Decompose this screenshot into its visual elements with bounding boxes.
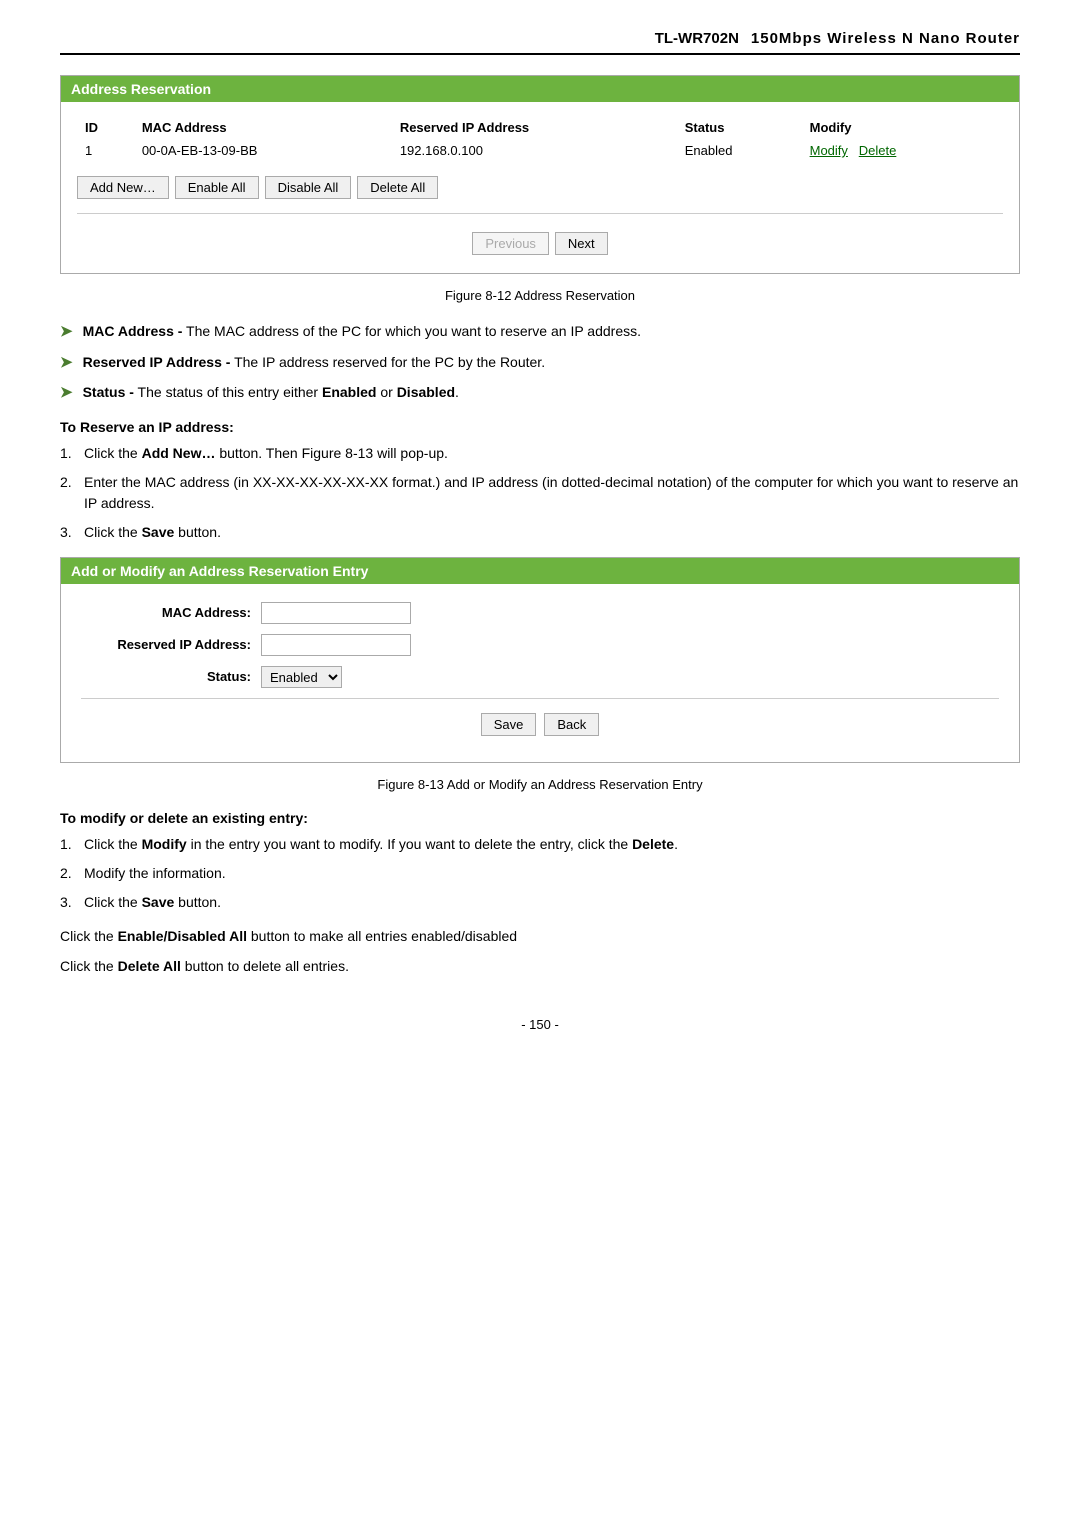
list-item-mac: ➤ MAC Address - The MAC address of the P…: [60, 321, 1020, 344]
mac-address-label: MAC Address:: [81, 605, 251, 620]
back-button[interactable]: Back: [544, 713, 599, 736]
feature-list: ➤ MAC Address - The MAC address of the P…: [60, 321, 1020, 405]
cell-status: Enabled: [677, 139, 802, 162]
bullet-arrow-1: ➤: [60, 321, 73, 344]
col-mac: MAC Address: [134, 116, 392, 139]
panel-title-add-modify: Add or Modify an Address Reservation Ent…: [61, 558, 1019, 584]
save-button[interactable]: Save: [481, 713, 537, 736]
mac-address-input[interactable]: [261, 602, 411, 624]
reserve-step-1: 1. Click the Add New… button. Then Figur…: [60, 443, 1020, 464]
reserve-heading: To Reserve an IP address:: [60, 419, 1020, 435]
reserve-step-3: 3. Click the Save button.: [60, 522, 1020, 543]
mac-address-row: MAC Address:: [81, 602, 999, 624]
next-button[interactable]: Next: [555, 232, 608, 255]
modify-step-2: 2. Modify the information.: [60, 863, 1020, 884]
page-header: TL-WR702N 150Mbps Wireless N Nano Router: [60, 30, 1020, 55]
model-name: TL-WR702N: [655, 30, 739, 47]
delete-all-button[interactable]: Delete All: [357, 176, 438, 199]
delete-link[interactable]: Delete: [859, 143, 897, 158]
add-modify-panel: Add or Modify an Address Reservation Ent…: [60, 557, 1020, 763]
list-item-status: ➤ Status - The status of this entry eith…: [60, 382, 1020, 405]
col-modify: Modify: [802, 116, 1003, 139]
col-id: ID: [77, 116, 134, 139]
table-row: 1 00-0A-EB-13-09-BB 192.168.0.100 Enable…: [77, 139, 1003, 162]
enable-all-button[interactable]: Enable All: [175, 176, 259, 199]
page-number: - 150 -: [60, 1017, 1020, 1032]
disable-all-button[interactable]: Disable All: [265, 176, 352, 199]
footer-enable-disable: Click the Enable/Disabled All button to …: [60, 925, 1020, 947]
reserve-steps-list: 1. Click the Add New… button. Then Figur…: [60, 443, 1020, 543]
modify-link[interactable]: Modify: [810, 143, 848, 158]
reserved-ip-input[interactable]: [261, 634, 411, 656]
cell-modify-delete: Modify Delete: [802, 139, 1003, 162]
form-buttons-row: Save Back: [81, 713, 999, 744]
previous-button[interactable]: Previous: [472, 232, 549, 255]
col-status: Status: [677, 116, 802, 139]
add-new-button[interactable]: Add New…: [77, 176, 169, 199]
reserve-step-2: 2. Enter the MAC address (in XX-XX-XX-XX…: [60, 472, 1020, 514]
modify-step-1: 1. Click the Modify in the entry you wan…: [60, 834, 1020, 855]
modify-steps-list: 1. Click the Modify in the entry you wan…: [60, 834, 1020, 913]
panel-title-address-reservation: Address Reservation: [61, 76, 1019, 102]
reserved-ip-row: Reserved IP Address:: [81, 634, 999, 656]
divider: [77, 213, 1003, 214]
reserved-ip-desc: Reserved IP Address - The IP address res…: [83, 352, 546, 373]
figure12-caption: Figure 8-12 Address Reservation: [60, 288, 1020, 303]
col-reserved-ip: Reserved IP Address: [392, 116, 677, 139]
address-reservation-table: ID MAC Address Reserved IP Address Statu…: [77, 116, 1003, 162]
address-reservation-panel: Address Reservation ID MAC Address Reser…: [60, 75, 1020, 274]
action-buttons-row: Add New… Enable All Disable All Delete A…: [77, 176, 1003, 199]
form-divider: [81, 698, 999, 699]
cell-id: 1: [77, 139, 134, 162]
model-description: 150Mbps Wireless N Nano Router: [751, 30, 1020, 47]
mac-desc: MAC Address - The MAC address of the PC …: [83, 321, 641, 342]
reserved-ip-label: Reserved IP Address:: [81, 637, 251, 652]
cell-ip: 192.168.0.100: [392, 139, 677, 162]
status-label: Status:: [81, 669, 251, 684]
status-row: Status: Enabled Disabled: [81, 666, 999, 688]
modify-step-3: 3. Click the Save button.: [60, 892, 1020, 913]
bullet-arrow-2: ➤: [60, 352, 73, 375]
modify-heading: To modify or delete an existing entry:: [60, 810, 1020, 826]
status-select[interactable]: Enabled Disabled: [261, 666, 342, 688]
pagination-row: Previous Next: [77, 226, 1003, 259]
bullet-arrow-3: ➤: [60, 382, 73, 405]
status-desc: Status - The status of this entry either…: [83, 382, 459, 403]
footer-delete-all: Click the Delete All button to delete al…: [60, 955, 1020, 977]
figure13-caption: Figure 8-13 Add or Modify an Address Res…: [60, 777, 1020, 792]
list-item-reserved-ip: ➤ Reserved IP Address - The IP address r…: [60, 352, 1020, 375]
cell-mac: 00-0A-EB-13-09-BB: [134, 139, 392, 162]
